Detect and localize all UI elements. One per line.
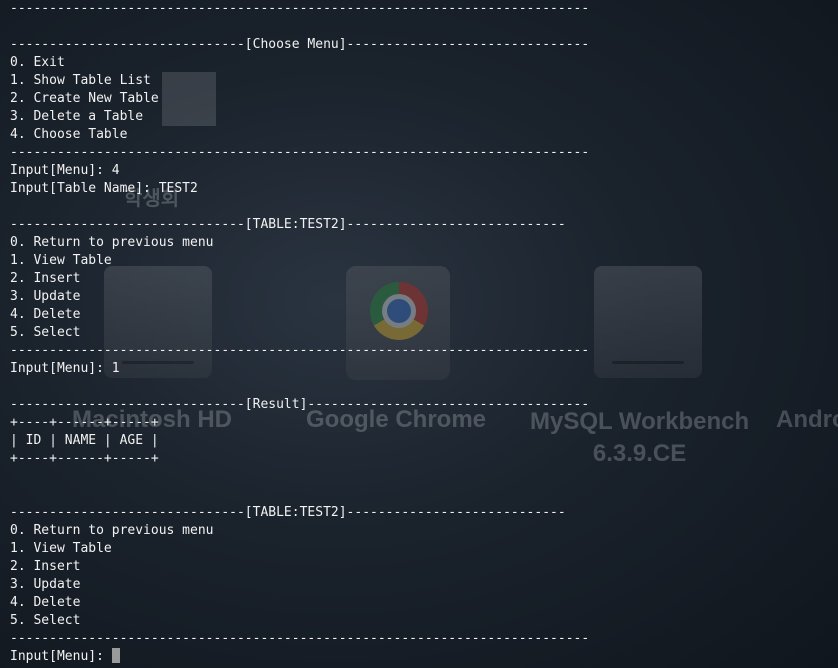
terminal-line: 5. Select	[10, 613, 81, 628]
terminal-line: 2. Insert	[10, 271, 81, 286]
terminal-output[interactable]: ----------------------------------------…	[10, 0, 589, 666]
terminal-line: Input[Table Name]: TEST2	[10, 181, 198, 196]
terminal-line: 1. View Table	[10, 541, 112, 556]
terminal-line: ----------------------------------------…	[10, 631, 590, 646]
terminal-line: ----------------------------------------…	[10, 1, 590, 16]
terminal-line: 5. Select	[10, 325, 81, 340]
terminal-line: ----------------------------------------…	[10, 145, 590, 160]
terminal-line: Input[Menu]: 4	[10, 163, 120, 178]
terminal-line: ----------------------------------------…	[10, 343, 590, 358]
desktop-label-andro[interactable]: Andro	[776, 406, 838, 434]
terminal-prompt[interactable]: Input[Menu]:	[10, 648, 589, 666]
terminal-line: 1. View Table	[10, 253, 112, 268]
terminal-line: 2. Insert	[10, 559, 81, 574]
terminal-line: 4. Delete	[10, 595, 81, 610]
terminal-line: ------------------------------[TABLE:TES…	[10, 505, 566, 520]
terminal-line: 3. Update	[10, 577, 81, 592]
terminal-line: ------------------------------[TABLE:TES…	[10, 217, 566, 232]
terminal-line: 4. Delete	[10, 307, 81, 322]
terminal-line: ------------------------------[Result]--…	[10, 397, 590, 412]
terminal-line: 3. Update	[10, 289, 81, 304]
drive-icon[interactable]	[594, 266, 702, 378]
terminal-line: 0. Exit	[10, 55, 65, 70]
terminal-line: 3. Delete a Table	[10, 109, 144, 124]
prompt-text: Input[Menu]:	[10, 649, 112, 664]
terminal-line: 2. Create New Table	[10, 91, 159, 106]
terminal-line: ------------------------------[Choose Me…	[10, 37, 590, 52]
terminal-line: 0. Return to previous menu	[10, 235, 214, 250]
terminal-line: 0. Return to previous menu	[10, 523, 214, 538]
terminal-line: +----+------+-----+	[10, 451, 159, 466]
terminal-line: | ID | NAME | AGE |	[10, 433, 159, 448]
terminal-line: Input[Menu]: 1	[10, 361, 120, 376]
terminal-line: +----+------+-----+	[10, 415, 159, 430]
terminal-line: 1. Show Table List	[10, 73, 151, 88]
text-cursor	[111, 648, 120, 663]
terminal-line: 4. Choose Table	[10, 127, 128, 142]
